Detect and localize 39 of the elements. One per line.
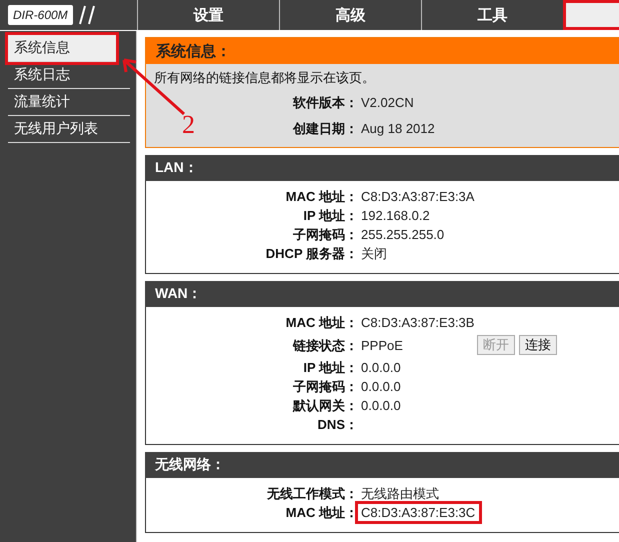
annotation-number: 2	[182, 110, 195, 140]
field-label: DNS：	[318, 416, 358, 433]
field-label: 创建日期：	[293, 120, 358, 136]
sidebar-item[interactable]: 流量统计	[8, 89, 130, 116]
field-value: PPPoE	[360, 336, 404, 354]
field-value: 0.0.0.0	[360, 378, 402, 395]
field-value: 无线路由模式	[360, 485, 440, 502]
action-button[interactable]: 连接	[518, 335, 557, 355]
field-value: C8:D3:A3:87:E3:3B	[360, 314, 476, 331]
field-value: C8:D3:A3:87:E3:3C	[358, 504, 480, 521]
field-value: 关闭	[360, 245, 388, 262]
section-title: 无线网络：	[145, 452, 619, 478]
field-label: 链接状态：	[293, 336, 358, 354]
field-value: 192.168.0.2	[360, 207, 431, 224]
field-label: 子网掩码：	[293, 378, 358, 395]
field-label: DHCP 服务器：	[266, 245, 358, 262]
field-label: MAC 地址：	[286, 504, 358, 521]
field-value: V2.02CN	[360, 94, 415, 110]
field-label: IP 地址：	[303, 207, 358, 224]
sidebar-item[interactable]: 系统日志	[8, 62, 130, 89]
field-label: IP 地址：	[303, 359, 358, 376]
sidebar-item[interactable]: 系统信息	[8, 35, 116, 62]
field-label: 默认网关：	[293, 397, 358, 414]
field-label: 软件版本：	[293, 94, 358, 110]
description: 所有网络的链接信息都将显示在该页。	[153, 69, 376, 87]
section-title: LAN：	[145, 155, 619, 181]
field-label: 无线工作模式：	[267, 485, 358, 502]
field-label: MAC 地址：	[286, 314, 358, 331]
panel-title: 系统信息：	[146, 38, 619, 64]
section-title: WAN：	[145, 281, 619, 307]
field-value: 255.255.255.0	[360, 226, 446, 243]
field-label: 子网掩码：	[293, 226, 358, 243]
sidebar-item[interactable]: 无线用户列表	[8, 116, 130, 143]
field-value: Aug 18 2012	[360, 120, 436, 136]
logo: DIR-600M	[8, 5, 73, 25]
field-value: C8:D3:A3:87:E3:3A	[360, 188, 476, 205]
field-value: 0.0.0.0	[360, 359, 402, 376]
field-label: MAC 地址：	[286, 188, 358, 205]
field-value: 0.0.0.0	[360, 397, 402, 414]
